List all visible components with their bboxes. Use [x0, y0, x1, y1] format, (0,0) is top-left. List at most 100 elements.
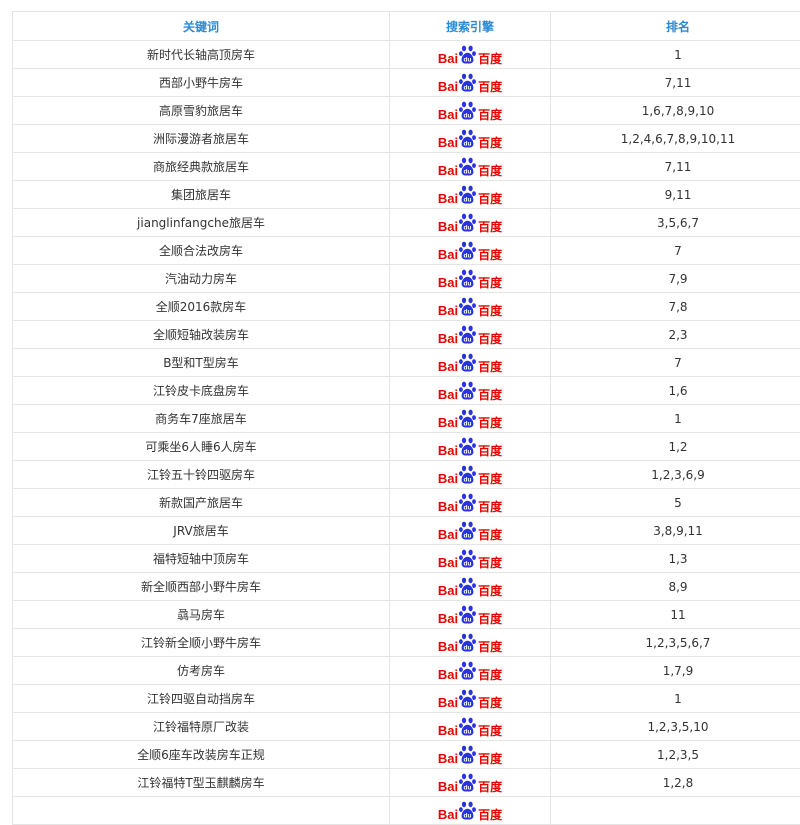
table-row: JRV旅居车 Bai du 百度 3,8,9,11	[13, 517, 800, 545]
baidu-logo: Bai du 百度	[438, 631, 502, 653]
baidu-paw-icon: du	[459, 717, 476, 737]
table-row: 可乘坐6人睡6人房车 Bai du 百度 1,2	[13, 433, 800, 461]
rank-cell: 1,6,7,8,9,10	[551, 97, 800, 125]
baidu-logo-text-baidu: 百度	[478, 473, 502, 485]
baidu-logo-text-bai: Bai	[438, 164, 458, 177]
svg-text:du: du	[464, 701, 472, 708]
table-row: 仿考房车 Bai du 百度 1,7,9	[13, 657, 800, 685]
search-engine-cell: Bai du 百度	[390, 237, 551, 265]
rank-cell: 1,2,4,6,7,8,9,10,11	[551, 125, 800, 153]
table-row: 江铃皮卡底盘房车 Bai du 百度 1,6	[13, 377, 800, 405]
search-engine-cell: Bai du 百度	[390, 797, 551, 825]
rank-cell: 3,5,6,7	[551, 209, 800, 237]
table-row: 全顺6座车改装房车正规 Bai du 百度 1,2,3,5	[13, 741, 800, 769]
search-engine-cell: Bai du 百度	[390, 741, 551, 769]
keyword-cell: 新全顺西部小野牛房车	[13, 573, 390, 601]
baidu-paw-icon: du	[459, 157, 476, 177]
baidu-logo: Bai du 百度	[438, 267, 502, 289]
baidu-paw-icon: du	[459, 45, 476, 65]
table-row: 汽油动力房车 Bai du 百度 7,9	[13, 265, 800, 293]
table-row: 全顺2016款房车 Bai du 百度 7,8	[13, 293, 800, 321]
baidu-logo-text-bai: Bai	[438, 500, 458, 513]
baidu-logo: Bai du 百度	[438, 351, 502, 373]
rank-cell: 7	[551, 349, 800, 377]
svg-text:du: du	[464, 197, 472, 204]
baidu-logo: Bai du 百度	[438, 435, 502, 457]
keyword-cell: 全顺2016款房车	[13, 293, 390, 321]
baidu-logo-text-baidu: 百度	[478, 333, 502, 345]
baidu-logo: Bai du 百度	[438, 407, 502, 429]
rank-cell: 1,2,8	[551, 769, 800, 797]
keyword-cell: 高原雪豹旅居车	[13, 97, 390, 125]
baidu-logo-text-bai: Bai	[438, 808, 458, 821]
search-engine-cell: Bai du 百度	[390, 349, 551, 377]
baidu-paw-icon: du	[459, 745, 476, 765]
baidu-paw-icon: du	[459, 297, 476, 317]
baidu-paw-icon: du	[459, 213, 476, 233]
baidu-logo-text-bai: Bai	[438, 668, 458, 681]
baidu-logo: Bai du 百度	[438, 183, 502, 205]
keyword-cell: 商务车7座旅居车	[13, 405, 390, 433]
svg-text:du: du	[464, 421, 472, 428]
keyword-cell: JRV旅居车	[13, 517, 390, 545]
baidu-logo: Bai du 百度	[438, 659, 502, 681]
baidu-paw-icon: du	[459, 801, 476, 821]
baidu-logo-text-bai: Bai	[438, 332, 458, 345]
table-row: 商旅经典款旅居车 Bai du 百度 7,11	[13, 153, 800, 181]
search-engine-cell: Bai du 百度	[390, 181, 551, 209]
baidu-paw-icon: du	[459, 437, 476, 457]
baidu-paw-icon: du	[459, 325, 476, 345]
table-row: 江铃四驱自动挡房车 Bai du 百度 1	[13, 685, 800, 713]
baidu-logo-text-bai: Bai	[438, 304, 458, 317]
rank-cell: 1,2,3,6,9	[551, 461, 800, 489]
table-row: B型和T型房车 Bai du 百度 7	[13, 349, 800, 377]
baidu-logo: Bai du 百度	[438, 743, 502, 765]
svg-text:du: du	[464, 85, 472, 92]
baidu-paw-icon: du	[459, 185, 476, 205]
baidu-logo-text-baidu: 百度	[478, 613, 502, 625]
rank-cell: 1,3	[551, 545, 800, 573]
baidu-logo-text-baidu: 百度	[478, 585, 502, 597]
svg-text:du: du	[464, 113, 472, 120]
baidu-logo-text-bai: Bai	[438, 724, 458, 737]
baidu-logo-text-bai: Bai	[438, 360, 458, 373]
rank-cell: 7	[551, 237, 800, 265]
keyword-cell	[13, 797, 390, 825]
keyword-cell: 新时代长轴高顶房车	[13, 41, 390, 69]
baidu-paw-icon: du	[459, 661, 476, 681]
keyword-cell: 江铃四驱自动挡房车	[13, 685, 390, 713]
search-engine-cell: Bai du 百度	[390, 97, 551, 125]
baidu-logo-text-baidu: 百度	[478, 389, 502, 401]
svg-text:du: du	[464, 561, 472, 568]
baidu-logo: Bai du 百度	[438, 687, 502, 709]
baidu-logo-text-baidu: 百度	[478, 669, 502, 681]
search-engine-cell: Bai du 百度	[390, 41, 551, 69]
search-engine-cell: Bai du 百度	[390, 517, 551, 545]
rank-cell: 5	[551, 489, 800, 517]
baidu-logo-text-bai: Bai	[438, 52, 458, 65]
baidu-logo-text-baidu: 百度	[478, 305, 502, 317]
table-row: 新款国产旅居车 Bai du 百度 5	[13, 489, 800, 517]
table-header-row: 关键词 搜索引擎 排名	[13, 12, 800, 41]
baidu-paw-icon: du	[459, 353, 476, 373]
baidu-logo-text-bai: Bai	[438, 556, 458, 569]
table-row: 全顺合法改房车 Bai du 百度 7	[13, 237, 800, 265]
svg-text:du: du	[464, 169, 472, 176]
baidu-paw-icon: du	[459, 129, 476, 149]
keyword-cell: 全顺合法改房车	[13, 237, 390, 265]
baidu-logo-text-bai: Bai	[438, 584, 458, 597]
baidu-logo-text-baidu: 百度	[478, 557, 502, 569]
keyword-cell: 可乘坐6人睡6人房车	[13, 433, 390, 461]
search-engine-cell: Bai du 百度	[390, 573, 551, 601]
search-engine-cell: Bai du 百度	[390, 489, 551, 517]
baidu-logo-text-baidu: 百度	[478, 361, 502, 373]
baidu-logo-text-bai: Bai	[438, 416, 458, 429]
svg-text:du: du	[464, 365, 472, 372]
search-engine-cell: Bai du 百度	[390, 629, 551, 657]
baidu-logo-text-baidu: 百度	[478, 809, 502, 821]
baidu-paw-icon: du	[459, 605, 476, 625]
rank-cell: 1,7,9	[551, 657, 800, 685]
svg-text:du: du	[464, 505, 472, 512]
rank-cell: 11	[551, 601, 800, 629]
table-row: 西部小野牛房车 Bai du 百度 7,11	[13, 69, 800, 97]
